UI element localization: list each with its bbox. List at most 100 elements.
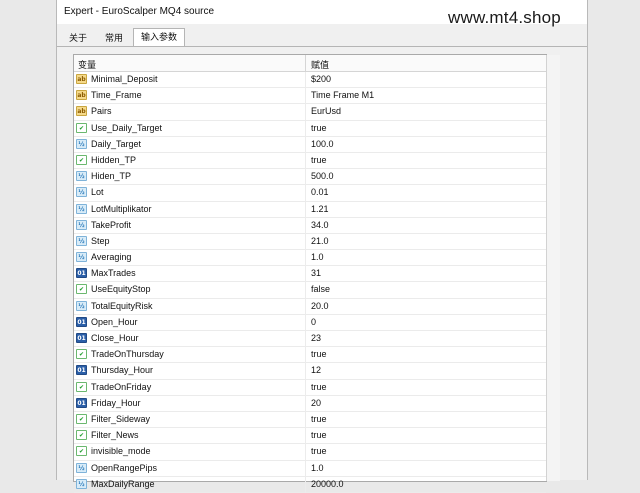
parameter-value[interactable]: true — [311, 349, 327, 359]
column-header-value[interactable]: 赋值 — [311, 58, 329, 71]
column-separator — [305, 363, 306, 380]
parameter-name: Lot — [91, 187, 104, 198]
parameter-name: Filter_News — [91, 430, 139, 441]
parameter-name: Filter_Sideway — [91, 413, 151, 424]
parameter-type-ab-icon: ab — [76, 90, 87, 101]
tab-about[interactable]: 关于 — [63, 30, 93, 46]
parameter-type-dbl-icon: ½ — [76, 252, 87, 263]
parameter-name: Minimal_Deposit — [91, 74, 158, 84]
table-row[interactable]: ✔ Use_Daily_Target true — [74, 120, 546, 137]
table-row[interactable]: ✔ Filter_Sideway true — [74, 411, 546, 429]
table-row[interactable]: 01 Thursday_Hour 12 — [74, 363, 546, 380]
table-row[interactable]: 01 Friday_Hour 20 — [74, 395, 546, 412]
column-separator — [305, 331, 306, 347]
table-row[interactable]: ab Minimal_Deposit $200 — [74, 72, 546, 89]
parameter-value[interactable]: 1.0 — [311, 463, 324, 473]
parameter-value[interactable]: 20000.0 — [311, 479, 344, 489]
parameter-type-dbl-icon: ½ — [76, 235, 87, 246]
parameter-name: Open_Hour — [91, 316, 138, 327]
table-row[interactable]: ½ OpenRangePips 1.0 — [74, 460, 546, 477]
parameter-value[interactable]: Time Frame M1 — [311, 90, 374, 100]
column-header-variable[interactable]: 变量 — [78, 58, 96, 71]
parameter-value[interactable]: true — [311, 123, 327, 133]
table-row[interactable]: 01 Open_Hour 0 — [74, 314, 546, 331]
parameter-value[interactable]: 31 — [311, 268, 321, 278]
tab-common[interactable]: 常用 — [99, 30, 129, 46]
table-body: ab Minimal_Deposit $200 ab Time_Frame Time Fr… — [74, 72, 546, 493]
parameter-value[interactable]: 0.01 — [311, 187, 329, 197]
parameter-value[interactable]: true — [311, 446, 327, 456]
column-separator — [305, 152, 306, 169]
parameter-type-int-icon: 01 — [76, 268, 87, 279]
parameter-value[interactable]: true — [311, 155, 327, 165]
parameter-value[interactable]: 100.0 — [311, 139, 334, 149]
table-row[interactable]: ✔ Hidden_TP true — [74, 152, 546, 170]
parameter-value[interactable]: 1.0 — [311, 252, 324, 262]
table-row[interactable]: ✔ TradeOnThursday true — [74, 347, 546, 364]
tab-divider — [57, 46, 587, 47]
table-row[interactable]: ½ Hiden_TP 500.0 — [74, 169, 546, 186]
table-row[interactable]: 01 MaxTrades 31 — [74, 266, 546, 283]
parameter-name: TakeProfit — [91, 219, 132, 230]
parameter-name: Pairs — [91, 106, 112, 117]
parameter-value[interactable]: 21.0 — [311, 236, 329, 246]
column-separator — [305, 185, 306, 202]
table-row[interactable]: ½ Lot 0.01 — [74, 185, 546, 202]
column-separator — [305, 298, 306, 315]
table-row[interactable]: ½ Step 21.0 — [74, 233, 546, 251]
parameter-value[interactable]: 0 — [311, 317, 316, 327]
table-row[interactable]: ½ LotMultiplikator 1.21 — [74, 201, 546, 218]
parameter-name: TradeOnThursday — [91, 349, 164, 360]
parameter-name: LotMultiplikator — [91, 203, 152, 214]
parameter-type-bool-icon: ✔ — [76, 446, 87, 457]
parameter-name: Use_Daily_Target — [91, 122, 163, 133]
column-separator — [305, 347, 306, 364]
parameter-type-dbl-icon: ½ — [76, 478, 87, 489]
parameter-type-dbl-icon: ½ — [76, 300, 87, 311]
parameter-value[interactable]: 20 — [311, 398, 321, 408]
parameter-type-ab-icon: ab — [76, 106, 87, 117]
parameter-value[interactable]: true — [311, 414, 327, 424]
parameter-type-dbl-icon: ½ — [76, 171, 87, 182]
parameter-value[interactable]: 34.0 — [311, 220, 329, 230]
parameter-value[interactable]: 12 — [311, 365, 321, 375]
table-row[interactable]: ½ Averaging 1.0 — [74, 250, 546, 267]
parameter-value[interactable]: 20.0 — [311, 301, 329, 311]
inputs-table: 变量 赋值 ab Minimal_Deposit $200 ab Time_Frame T… — [73, 54, 560, 493]
parameter-value[interactable]: true — [311, 382, 327, 392]
parameter-name: invisible_mode — [91, 446, 151, 457]
table-row[interactable]: ½ TotalEquityRisk 20.0 — [74, 298, 546, 315]
parameter-value[interactable]: false — [311, 284, 330, 294]
parameter-value[interactable]: true — [311, 430, 327, 440]
parameter-name: Hiden_TP — [91, 171, 132, 182]
table-header: 变量 赋值 — [74, 55, 546, 72]
table-row[interactable]: ½ TakeProfit 34.0 — [74, 217, 546, 234]
column-separator — [305, 395, 306, 412]
table-row[interactable]: ✔ TradeOnFriday true — [74, 379, 546, 396]
parameter-value[interactable]: $200 — [311, 74, 331, 84]
column-separator — [305, 169, 306, 186]
parameter-name: Close_Hour — [91, 333, 139, 343]
parameter-value[interactable]: 23 — [311, 333, 321, 343]
table-row[interactable]: ab Pairs EurUsd — [74, 104, 546, 121]
parameter-value[interactable]: 1.21 — [311, 204, 329, 214]
vertical-scrollbar[interactable] — [546, 55, 560, 481]
column-separator — [305, 411, 306, 428]
table-row[interactable]: ✔ invisible_mode true — [74, 444, 546, 461]
tab-inputs[interactable]: 输入参数 — [133, 28, 185, 47]
parameter-name: TradeOnFriday — [91, 381, 152, 392]
table-row[interactable]: ✔ Filter_News true — [74, 428, 546, 445]
table-row[interactable]: 01 Close_Hour 23 — [74, 331, 546, 348]
column-separator — [305, 428, 306, 445]
table-row[interactable]: ½ Daily_Target 100.0 — [74, 136, 546, 153]
window-title: Expert - EuroScalper MQ4 source — [64, 6, 215, 17]
table-row[interactable]: ab Time_Frame Time Frame M1 — [74, 88, 546, 105]
table-row[interactable]: ✔ UseEquityStop false — [74, 282, 546, 299]
column-separator — [305, 444, 306, 461]
parameter-value[interactable]: 500.0 — [311, 171, 334, 181]
table-row[interactable]: ½ MaxDailyRange 20000.0 — [74, 476, 546, 493]
parameter-value[interactable]: EurUsd — [311, 106, 341, 116]
parameter-type-int-icon: 01 — [76, 333, 87, 343]
parameter-type-bool-icon: ✔ — [76, 284, 87, 295]
column-separator — [305, 460, 306, 477]
